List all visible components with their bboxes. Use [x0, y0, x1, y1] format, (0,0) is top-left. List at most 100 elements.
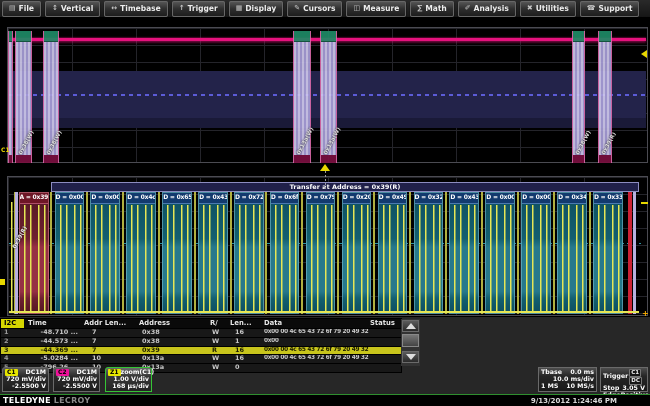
ack-stripe [230, 192, 232, 314]
data-label: D = 0x32 [415, 193, 443, 204]
c2-scale: 720 mV/div [56, 376, 97, 383]
data-label: D = 0x00 [56, 193, 84, 204]
menu-label-display: Display [245, 4, 276, 13]
col-len[interactable]: Len... [230, 319, 264, 328]
c2-offset: -2.5500 V [56, 383, 97, 390]
cell-rw: W [210, 329, 230, 337]
data-box: D = 0x79 [306, 192, 336, 314]
menu-trigger[interactable]: ↑Trigger [172, 1, 225, 17]
col-addr-len[interactable]: Addr Len... [84, 319, 139, 328]
cell-len: 16 [230, 347, 264, 355]
z1-position-marker[interactable] [0, 279, 5, 285]
decode-table: I2C Time Addr Len... Address R/ Len... D… [0, 318, 402, 373]
oscilloscope-screen: ▤File↕Vertical↔Timebase↑Trigger▦Display✎… [0, 0, 650, 406]
col-time[interactable]: Time [24, 319, 84, 328]
data-box: D = 0x32 [414, 192, 444, 314]
table-row[interactable]: 4-5.0284 ...100x13aW160x00 00 4c 65 43 7… [1, 354, 401, 363]
z1-descriptor[interactable]: Z1 zoom(C1) 1.00 V/div 168 µs/div [105, 367, 152, 392]
i2c-burst: 0x38(W) [572, 31, 585, 163]
ack-stripe [122, 192, 124, 314]
data-box: D = 0x20 [342, 192, 372, 314]
zoom-level-marker [641, 202, 648, 204]
data-label: D = 0x33 [594, 193, 622, 204]
cell-n: 3 [1, 347, 24, 355]
table-scrollbar[interactable] [401, 319, 420, 366]
trailing-stripe [633, 192, 636, 314]
col-data[interactable]: Data [264, 319, 370, 328]
menu-measure[interactable]: ◫Measure [346, 1, 406, 17]
brand-lecroy: LECROY [54, 396, 91, 405]
corner-cross-marker: + [642, 309, 649, 318]
sda-pulses [200, 205, 226, 311]
burst-address-label: 0x38(W) [18, 130, 36, 156]
menu-vertical[interactable]: ↕Vertical [45, 1, 100, 17]
c1-position-marker[interactable]: C1 [1, 147, 10, 154]
caliper-icon: ◫ [353, 5, 360, 12]
menu-timebase[interactable]: ↔Timebase [104, 1, 167, 17]
menu-label-cursors: Cursors [303, 4, 335, 13]
menu-cursors[interactable]: ✎Cursors [287, 1, 342, 17]
speech-bubble-icon: ☎ [587, 5, 596, 12]
col-address[interactable]: Address [139, 319, 210, 328]
data-box: D = 0x72 [234, 192, 264, 314]
menu-math[interactable]: ∑Math [410, 1, 453, 17]
cell-al: 7 [84, 329, 139, 337]
trigger-level-marker[interactable] [641, 50, 647, 58]
burst-top-cap [599, 31, 611, 42]
data-box: D = 0x00 [521, 192, 551, 314]
col-status[interactable]: Status [370, 319, 397, 328]
trigger-box[interactable]: Trigger C1DC Stop 3.05 V Edge Positive [600, 367, 648, 392]
menu-utilities[interactable]: ✖Utilities [520, 1, 576, 17]
cell-al: 7 [84, 347, 139, 355]
c2-tag: C2 [56, 369, 69, 376]
data-box: D = 0x65 [162, 192, 192, 314]
scroll-down-button[interactable] [402, 351, 419, 363]
burst-top-cap [573, 31, 584, 42]
ack-stripe [373, 192, 375, 314]
table-row[interactable]: 2-44.573 ...70x38W10x00 [1, 337, 401, 346]
trigger-time-marker[interactable] [320, 164, 330, 171]
table-row[interactable]: 1-48.710 ...70x38W160x00 00 4c 65 43 72 … [1, 328, 401, 337]
sda-pulses [416, 205, 442, 311]
zoom-grid[interactable]: Transfer at Address = 0x39(R) 0x39(R) A … [7, 176, 648, 316]
cell-ad: 0x38 [139, 338, 210, 346]
data-label: D = 0x00 [522, 193, 550, 204]
scroll-up-button[interactable] [402, 320, 419, 332]
ack-stripe [553, 192, 555, 314]
data-label: D = 0x43 [199, 193, 227, 204]
sda-pulses [308, 205, 334, 311]
col-rw[interactable]: R/ [210, 319, 230, 328]
cell-rw: W [210, 338, 230, 346]
menu-label-trigger: Trigger [188, 4, 218, 13]
sda-pulses [487, 205, 513, 311]
cell-st [370, 364, 397, 372]
cursor-icon: ✎ [294, 5, 300, 12]
data-label: D = 0x00 [486, 193, 514, 204]
trigger-dashed-line [325, 171, 326, 191]
burst-bottom-cap [294, 155, 310, 163]
timebase-box[interactable]: Tbase 0.0 ms 10.0 ms/div 1 MS 10 MS/s [538, 367, 597, 392]
ack-stripe [517, 192, 519, 314]
timebase-offset: 0.0 ms [570, 369, 594, 376]
top-grid[interactable]: 0x38(W)0x38(W)0x13a(W)0x13a(W)0x38(W)0x3… [7, 27, 648, 163]
menu-label-file: File [19, 4, 34, 13]
data-box: D = 0x34 [557, 192, 587, 314]
burst-address-label: 0x38(W) [46, 130, 64, 156]
menu-display[interactable]: ▦Display [229, 1, 284, 17]
protocol-corner-cell[interactable]: I2C [1, 319, 24, 328]
i2c-burst: 0x39(R) [598, 31, 612, 163]
status-bar: TELEDYNE LECROY 9/13/2012 1:24:46 PM [0, 394, 650, 406]
c2-descriptor[interactable]: C2 DC1M 720 mV/div -2.5500 V [53, 367, 100, 392]
scrollbar-thumb[interactable] [402, 334, 419, 347]
menu-support[interactable]: ☎Support [580, 1, 640, 17]
c1-tag: C1 [5, 369, 18, 376]
c1-descriptor[interactable]: C1 DC1M 720 mV/div -2.5500 V [2, 367, 49, 392]
menu-bar: ▤File↕Vertical↔Timebase↑Trigger▦Display✎… [0, 0, 650, 18]
i2c-burst: 0x38(W) [15, 31, 32, 163]
menu-file[interactable]: ▤File [2, 1, 41, 17]
burst-address-label: 0x38(W) [575, 130, 593, 156]
z1-time-scale: 168 µs/div [108, 383, 149, 390]
menu-analysis[interactable]: ✐Analysis [458, 1, 516, 17]
burst-bottom-cap [9, 155, 12, 163]
table-row[interactable]: 3-44.369 ...70x39R160x00 00 4c 65 43 72 … [1, 346, 401, 355]
